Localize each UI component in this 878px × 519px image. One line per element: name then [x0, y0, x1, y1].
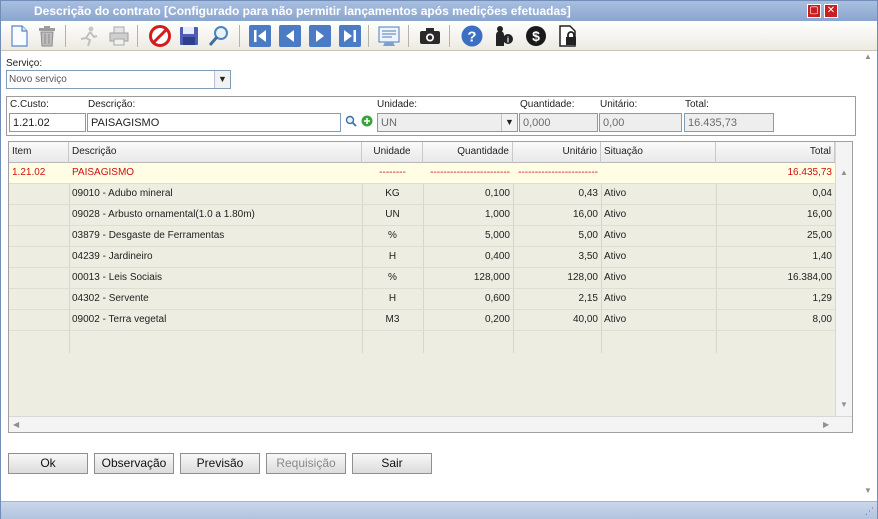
previsao-button[interactable]: Previsão	[180, 453, 260, 474]
table-row[interactable]: 1.21.02 PAISAGISMO -------- ------------…	[9, 163, 835, 184]
servico-label: Serviço:	[6, 58, 43, 69]
unidade-select[interactable]: UN	[377, 113, 518, 132]
grid-horizontal-scrollbar[interactable]: ◀ ▶	[9, 416, 852, 432]
contract-description-window: Descrição do contrato [Configurado para …	[0, 0, 878, 519]
search-icon[interactable]	[345, 115, 357, 127]
column-header-descricao[interactable]: Descrição	[69, 142, 362, 163]
printer-icon[interactable]	[107, 24, 131, 48]
scroll-down-icon[interactable]: ▼	[864, 486, 872, 495]
window-title: Descrição do contrato [Configurado para …	[34, 4, 571, 18]
table-row[interactable]: 03879 - Desgaste de Ferramentas % 5,000 …	[9, 226, 835, 247]
window-vertical-scrollbar[interactable]: ▲ ▼	[861, 52, 877, 498]
first-record-icon[interactable]	[248, 24, 272, 48]
stop-icon[interactable]	[148, 24, 172, 48]
add-icon[interactable]	[361, 115, 373, 127]
unidade-value: UN	[381, 117, 397, 129]
next-record-icon[interactable]	[308, 24, 332, 48]
descricao-input[interactable]: PAISAGISMO	[87, 113, 341, 132]
help-icon[interactable]: ?	[460, 24, 484, 48]
table-row[interactable]: 04302 - Servente H 0,600 2,15 Ativo 1,29	[9, 289, 835, 310]
status-bar: ⋰	[1, 501, 877, 519]
servico-value: Novo serviço	[9, 74, 67, 85]
camera-icon[interactable]	[418, 24, 442, 48]
title-bar: Descrição do contrato [Configurado para …	[1, 1, 877, 21]
table-row[interactable]: 00013 - Leis Sociais % 128,000 128,00 At…	[9, 268, 835, 289]
scroll-down-icon[interactable]: ▼	[840, 400, 848, 409]
unidade-label: Unidade:	[377, 99, 418, 110]
trash-icon[interactable]	[35, 24, 59, 48]
observacao-button[interactable]: Observação	[94, 453, 174, 474]
unitario-input[interactable]: 0,00	[599, 113, 682, 132]
grid-vertical-scrollbar[interactable]: ▲ ▼	[835, 142, 852, 416]
descricao-label: Descrição:	[88, 99, 136, 110]
column-header-total[interactable]: Total	[716, 142, 835, 163]
last-record-icon[interactable]	[338, 24, 362, 48]
sair-button[interactable]: Sair	[352, 453, 432, 474]
items-grid: Item Descrição Unidade Quantidade Unitár…	[8, 141, 853, 433]
run-icon[interactable]	[77, 24, 101, 48]
grid-header: Item Descrição Unidade Quantidade Unitár…	[9, 142, 835, 163]
table-row[interactable]: 09010 - Adubo mineral KG 0,100 0,43 Ativ…	[9, 184, 835, 205]
table-row[interactable]: 09002 - Terra vegetal M3 0,200 40,00 Ati…	[9, 310, 835, 331]
resize-grip-icon[interactable]: ⋰	[865, 506, 874, 517]
new-document-icon[interactable]	[7, 24, 31, 48]
scroll-right-icon[interactable]: ▶	[823, 420, 829, 429]
servico-select[interactable]: Novo serviço ▼	[6, 70, 231, 89]
save-icon[interactable]	[177, 24, 201, 48]
ccusto-label: C.Custo:	[10, 99, 49, 110]
column-header-unitario[interactable]: Unitário	[513, 142, 601, 163]
svg-text:$: $	[532, 28, 540, 44]
requisicao-button[interactable]: Requisição	[266, 453, 346, 474]
scroll-up-icon[interactable]: ▲	[840, 168, 848, 177]
table-row[interactable]: 04239 - Jardineiro H 0,400 3,50 Ativo 1,…	[9, 247, 835, 268]
maximize-button[interactable]: ▢	[807, 4, 821, 18]
quantidade-label: Quantidade:	[520, 99, 575, 110]
unitario-label: Unitário:	[600, 99, 638, 110]
column-header-item[interactable]: Item	[9, 142, 69, 163]
chevron-down-icon[interactable]: ▼	[214, 71, 230, 88]
column-header-unidade[interactable]: Unidade	[362, 142, 423, 163]
ccusto-input[interactable]: 1.21.02	[9, 113, 86, 132]
total-label: Total:	[685, 99, 709, 110]
close-button[interactable]: ✕	[824, 4, 838, 18]
grid-body: 1.21.02 PAISAGISMO -------- ------------…	[9, 163, 835, 416]
scroll-up-icon[interactable]: ▲	[864, 52, 872, 61]
svg-text:?: ?	[467, 29, 476, 46]
user-info-icon[interactable]: i	[491, 24, 515, 48]
svg-text:i: i	[507, 36, 509, 45]
column-header-quantidade[interactable]: Quantidade	[423, 142, 513, 163]
scroll-left-icon[interactable]: ◀	[13, 420, 19, 429]
ok-button[interactable]: Ok	[8, 453, 88, 474]
document-lock-icon[interactable]	[556, 24, 580, 48]
money-icon[interactable]: $	[524, 24, 548, 48]
search-icon[interactable]	[207, 24, 231, 48]
column-header-situacao[interactable]: Situação	[601, 142, 716, 163]
previous-record-icon[interactable]	[278, 24, 302, 48]
quantidade-input[interactable]: 0,000	[519, 113, 598, 132]
report-icon[interactable]	[377, 24, 401, 48]
table-row[interactable]: 09028 - Arbusto ornamental(1.0 a 1.80m) …	[9, 205, 835, 226]
toolbar: ? i $	[1, 21, 877, 51]
total-input[interactable]: 16.435,73	[684, 113, 774, 132]
chevron-down-icon[interactable]: ▼	[501, 114, 517, 131]
